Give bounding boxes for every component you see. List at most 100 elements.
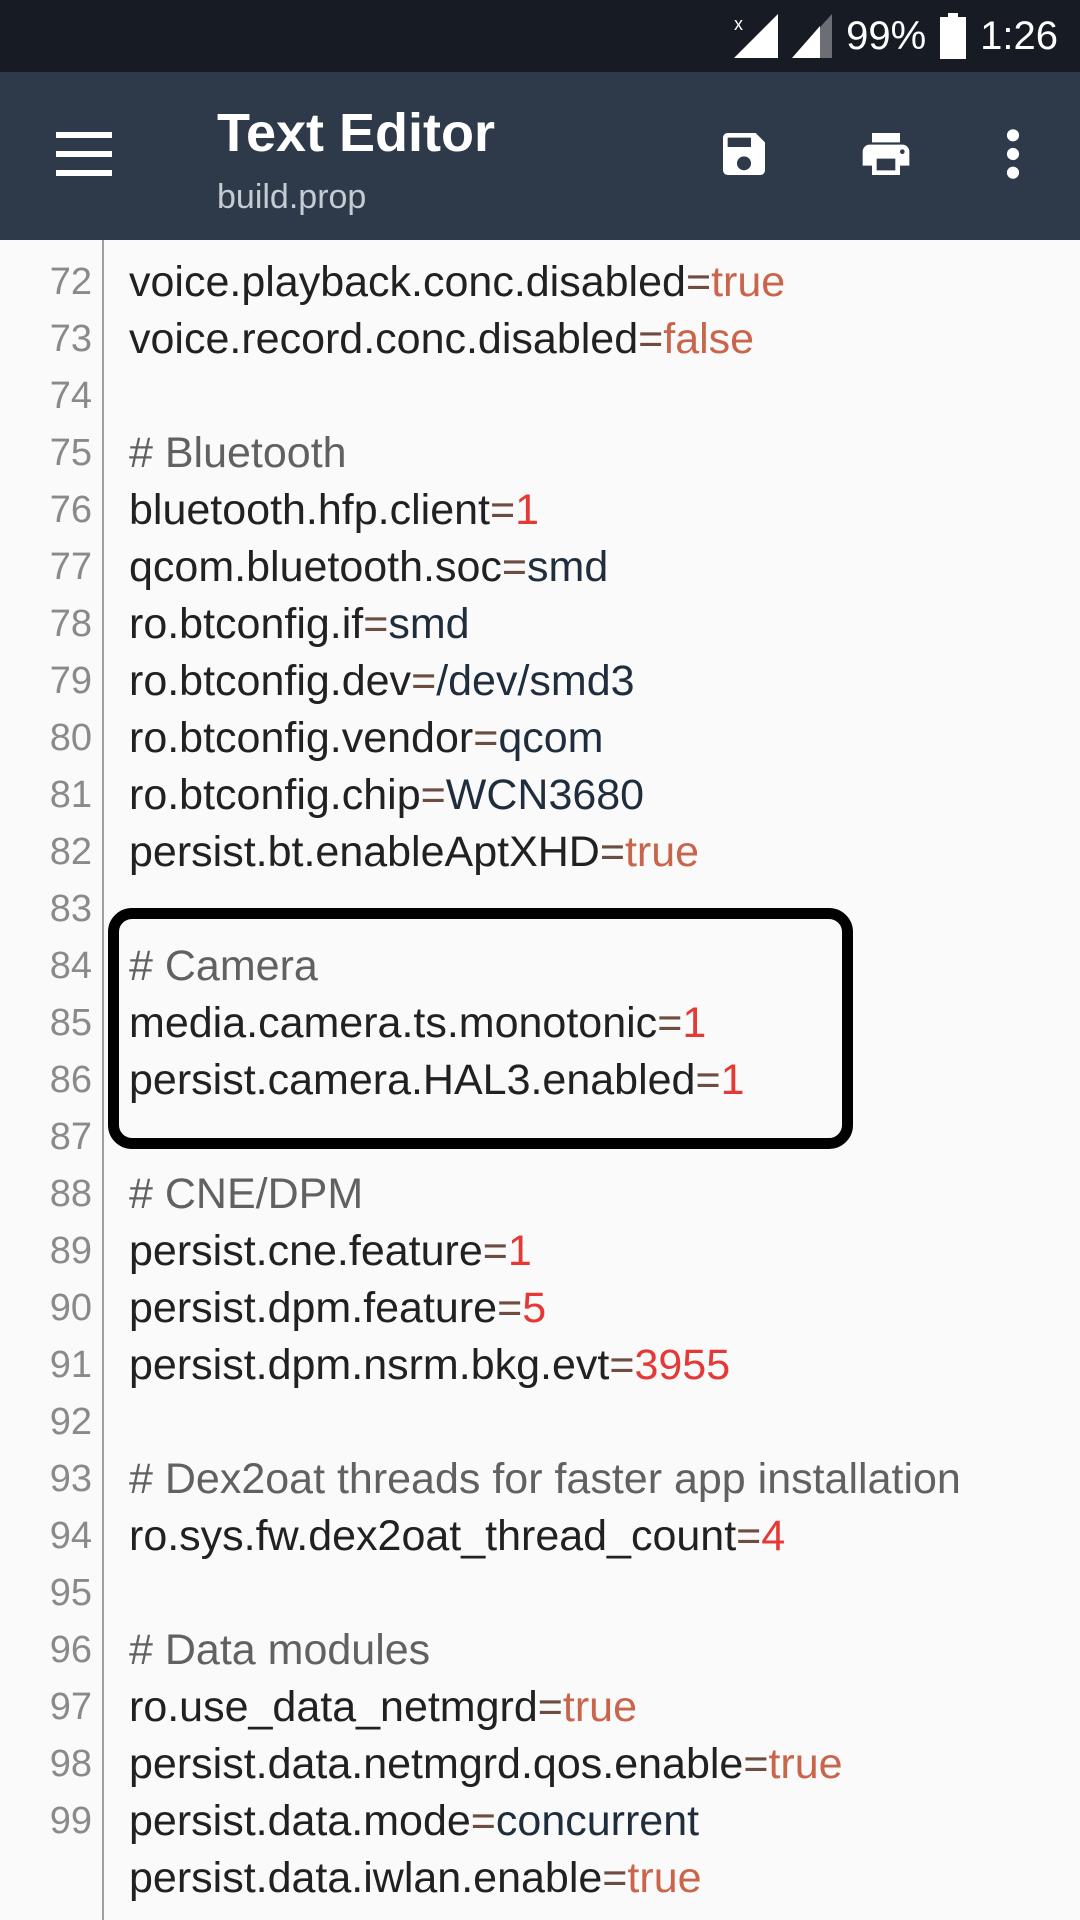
code-line[interactable] (0, 240, 1080, 254)
code-line[interactable]: 81 ro.btconfig.chip=WCN3680 (0, 767, 1080, 824)
code-line[interactable]: 93 # Dex2oat threads for faster app insta… (0, 1451, 1080, 1508)
equals-sign: = (599, 828, 625, 876)
property-value: true (627, 1854, 702, 1902)
line-content: persist.data.netmgrd.qos.enable=true (92, 1736, 1009, 1793)
property-key: persist.bt.enableAptXHD (129, 828, 600, 876)
property-value: smd (527, 543, 609, 591)
equals-sign: = (609, 1341, 635, 1389)
status-bar: x 99% 1:26 (0, 0, 1080, 72)
equals-sign: = (638, 315, 664, 363)
text-editor[interactable]: 72 voice.playback.conc.disabled=true 73 voi… (0, 240, 1080, 1920)
line-content (92, 1394, 1009, 1451)
equals-sign: = (743, 1740, 769, 1788)
property-value: /dev/smd3 (436, 657, 635, 705)
line-content: bluetooth.hfp.client=1 (92, 482, 1009, 539)
battery-percent: 99% (846, 13, 927, 58)
property-value: concurrent (495, 1797, 700, 1845)
code-line[interactable]: 98 persist.data.netmgrd.qos.enable=true (0, 1736, 1080, 1793)
property-key: voice.playback.conc.disabled (129, 258, 686, 306)
equals-sign: = (363, 600, 389, 648)
equals-sign: = (473, 714, 499, 762)
line-content: # Data modules (129, 1626, 431, 1674)
line-content (92, 1565, 1009, 1622)
property-key: persist.cne.feature (129, 1227, 483, 1275)
equals-sign: = (736, 1512, 762, 1560)
clock: 1:26 (980, 13, 1058, 58)
line-number: 97 (49, 1686, 92, 1728)
line-content (92, 240, 1009, 254)
property-key: persist.dpm.feature (129, 1284, 498, 1332)
code-line[interactable]: 79 ro.btconfig.dev=/dev/smd3 (0, 653, 1080, 710)
property-key: ro.use_data_netmgrd (129, 1683, 538, 1731)
property-value: smd (388, 600, 470, 648)
app-title: Text Editor (217, 103, 496, 163)
code-line[interactable]: 89 persist.cne.feature=1 (0, 1223, 1080, 1280)
property-key: bluetooth.hfp.client (129, 486, 490, 534)
code-line[interactable]: 92 (0, 1394, 1080, 1451)
property-value: true (562, 1683, 638, 1731)
line-number: 82 (49, 831, 92, 873)
property-key: ro.btconfig.chip (129, 771, 421, 819)
code-line[interactable]: 96 # Data modules (0, 1622, 1080, 1679)
property-key: persist.data.iwlan.enable (129, 1854, 603, 1902)
print-icon[interactable] (856, 126, 916, 182)
line-number: 83 (49, 888, 92, 930)
line-content: persist.cne.feature=1 (92, 1223, 1009, 1280)
code-line[interactable]: persist.data.iwlan.enable=true (0, 1850, 1080, 1907)
line-number: 88 (49, 1173, 92, 1215)
more-vert-icon[interactable] (998, 126, 1028, 182)
line-number: 96 (49, 1629, 92, 1671)
code-line[interactable]: 95 (0, 1565, 1080, 1622)
code-line[interactable]: 82 persist.bt.enableAptXHD=true (0, 824, 1080, 881)
property-key: persist.data.netmgrd.qos.enable (129, 1740, 744, 1788)
save-icon[interactable] (716, 126, 772, 182)
code-line[interactable]: 80 ro.btconfig.vendor=qcom (0, 710, 1080, 767)
line-content: qcom.bluetooth.soc=smd (92, 539, 1009, 596)
line-number: 77 (49, 546, 92, 588)
property-value: false (663, 315, 755, 363)
line-number: 87 (49, 1116, 92, 1158)
equals-sign: = (470, 1797, 496, 1845)
line-number: 75 (49, 432, 92, 474)
menu-icon[interactable] (56, 132, 112, 176)
line-number: 86 (49, 1059, 92, 1101)
line-content: persist.data.iwlan.enable=true (92, 1850, 1009, 1907)
line-content: ro.sys.fw.dex2oat_thread_count=4 (92, 1508, 1009, 1565)
equals-sign: = (482, 1227, 508, 1275)
code-line[interactable]: 90 persist.dpm.feature=5 (0, 1280, 1080, 1337)
line-number: 73 (49, 318, 92, 360)
code-line[interactable]: 94 ro.sys.fw.dex2oat_thread_count=4 (0, 1508, 1080, 1565)
property-value: true (711, 258, 786, 306)
property-key: ro.btconfig.vendor (129, 714, 474, 762)
property-key: qcom.bluetooth.soc (129, 543, 502, 591)
line-number: 90 (49, 1287, 92, 1329)
highlight-annotation-box (108, 908, 853, 1149)
line-number (0, 240, 92, 254)
property-value: qcom (498, 714, 604, 762)
code-line[interactable]: 74 (0, 368, 1080, 425)
battery-icon (940, 13, 967, 59)
code-line[interactable]: 77 qcom.bluetooth.soc=smd (0, 539, 1080, 596)
line-number: 76 (49, 489, 92, 531)
line-content: persist.dpm.feature=5 (92, 1280, 1009, 1337)
line-content: # Bluetooth (129, 429, 347, 477)
line-number: 99 (49, 1800, 92, 1842)
code-line[interactable]: 75 # Bluetooth (0, 425, 1080, 482)
line-number: 93 (49, 1458, 92, 1500)
property-key: ro.btconfig.dev (129, 657, 412, 705)
code-line[interactable]: 73 voice.record.conc.disabled=false (0, 311, 1080, 368)
code-line[interactable]: 97 ro.use_data_netmgrd=true (0, 1679, 1080, 1736)
equals-sign: = (490, 486, 516, 534)
equals-sign: = (501, 543, 528, 591)
line-content: persist.bt.enableAptXHD=true (92, 824, 1009, 881)
code-line[interactable]: 78 ro.btconfig.if=smd (0, 596, 1080, 653)
property-key: voice.record.conc.disabled (129, 315, 639, 363)
code-line[interactable]: 72 voice.playback.conc.disabled=true (0, 254, 1080, 311)
equals-sign: = (497, 1284, 523, 1332)
signal-no-data-icon: x (734, 14, 779, 58)
code-line[interactable]: 99 persist.data.mode=concurrent (0, 1793, 1080, 1850)
code-line[interactable]: 88 # CNE/DPM (0, 1166, 1080, 1223)
code-line[interactable]: 91 persist.dpm.nsrm.bkg.evt=3955 (0, 1337, 1080, 1394)
code-line[interactable]: 76 bluetooth.hfp.client=1 (0, 482, 1080, 539)
line-number: 91 (49, 1344, 92, 1386)
